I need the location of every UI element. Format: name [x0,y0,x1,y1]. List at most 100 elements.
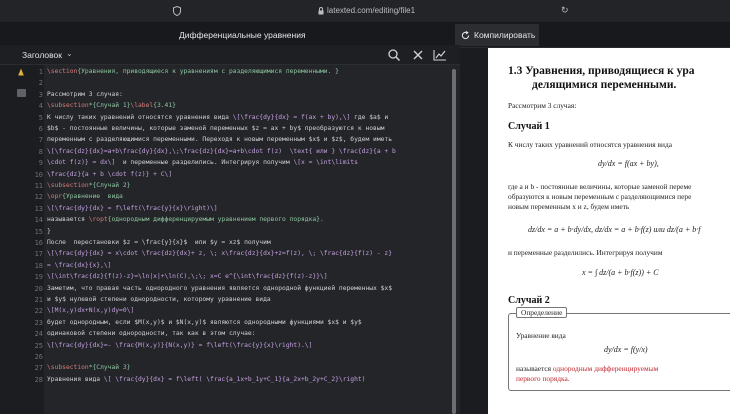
line-number: 4 [38,102,43,111]
code-token: \[\frac{dy}{dx} = x\cdot \frac{dz}{dx}+ … [47,250,392,258]
code-line[interactable]: \section{Уравнения, приводящиеся к уравн… [47,68,339,75]
code-token: \ropt [88,216,108,224]
outline-dropdown[interactable]: Заголовок [22,50,62,60]
code-token: где $a$ и [350,113,389,121]
shield-icon [173,6,181,16]
code-line[interactable]: \[\frac{dy}{dx} = x\cdot \frac{dz}{dx}+ … [47,250,392,257]
code-token: \[\frac{dz}{dx}=a+b\frac{dy}{dx},\;\frac… [47,147,396,155]
warning-icon[interactable] [18,68,24,76]
code-line[interactable]: и $y$ нулевой степени однородности, кото… [47,296,271,303]
code-line[interactable]: К числу таких уравнений относятся уравне… [47,114,388,121]
definition-term-cont: первого порядка. [516,374,570,383]
close-icon[interactable] [410,47,426,63]
code-token: \[\frac{dy}{dx}=- \frac{M(x,y)}{N(x,y)} … [47,341,313,349]
chevron-down-icon[interactable]: ⌄ [66,49,73,58]
line-number: 25 [34,341,43,350]
code-token: \frac{dz}{a + b \cdot f(z)} + C\] [47,170,173,178]
line-number: 19 [34,273,43,282]
line-number: 11 [34,182,43,190]
search-icon[interactable] [386,47,402,63]
line-number: 9 [38,159,43,168]
section-heading: 1.3 Уравнения, приводящиеся к ура [508,65,695,77]
editor-header: Заголовок ⌄ [0,45,460,65]
line-number: 2 [38,79,43,88]
line-number: 1 [38,68,43,76]
line-number: 17 [34,250,43,259]
code-token: \cdot f(z)} = dx\] [47,159,116,167]
code-token: Заметим, что правая часть однородного ур… [47,284,392,292]
section-heading-cont: делящимися переменными. [532,79,677,91]
code-line[interactable]: \[\frac{dy}{dx}=- \frac{M(x,y)}{N(x,y)} … [47,342,312,349]
code-token: одинаковой степени однородности, так как… [47,330,256,338]
address[interactable]: latexted.com/editing/file1 [318,6,415,15]
reload-icon[interactable]: ↻ [561,5,569,16]
equation-1: dy/dx = f(ax + by), [598,159,659,168]
line-number: 15 [34,227,43,236]
line-number: 5 [38,113,43,122]
code-token: \[ \frac{dy}{dx} = f\left( \frac{a_1x+b_… [103,375,366,383]
code-line[interactable]: \subsection*{Случай 3} [47,364,130,371]
code-token: и переменные разделились. Интегрируя пол… [115,159,294,167]
chart-icon[interactable] [432,47,448,63]
code-line[interactable]: переменным с разделяющимися переменными.… [47,136,392,143]
line-number: 18 [34,261,43,270]
case2-heading: Случай 2 [508,295,550,306]
code-token: \subsection [47,182,89,189]
code-token: {3.41} [153,102,176,110]
code-line[interactable]: \frac{dz}{a + b \cdot f(z)} + C\] [47,171,172,178]
scrollbar-thumb[interactable] [452,69,456,414]
code-token: \subsection [47,102,89,110]
code-token: называется [47,216,89,224]
line-number: 20 [34,284,43,293]
equation-3: x = ∫ dz/(a + b·f(z)) + C [582,268,659,277]
code-token: После перестановки $z = \frac{y}{x}$ или… [47,239,271,246]
code-line[interactable]: \[\frac{dz}{dx}=a+b\frac{dy}{dx},\;\frac… [47,148,396,155]
compile-button[interactable]: Компилировать [455,24,539,46]
code-token: *{Случай 3} [88,364,131,372]
code-token: Рассмотрим 3 случая: [47,90,123,98]
fold-marker[interactable] [17,89,26,97]
code-token: {Уравнение вида [62,193,123,201]
line-number: 23 [34,318,43,327]
document-title: Дифференциальные уравнения [179,30,306,40]
code-line[interactable]: одинаковой степени однородности, так как… [47,330,256,337]
browser-url-bar[interactable]: latexted.com/editing/file1 ↻ [0,0,730,22]
code-editor[interactable]: 1 \section{Уравнения, приводящиеся к урав… [0,65,460,414]
code-token: = \frac{dx}{x},\] [47,261,112,269]
code-line[interactable]: будет однородным, если $M(x,y)$ и $N(x,y… [47,319,362,326]
recompile-icon [461,30,470,39]
code-line[interactable]: \[M(x,y)dx+N(x,y)dy=0\] [47,307,134,314]
code-token: \opr [47,193,63,201]
code-line[interactable]: $b$ - постоянные величины, которые замен… [47,125,384,132]
line-number: 10 [34,170,43,179]
code-line[interactable]: } [47,228,51,235]
line-number: 16 [34,239,43,247]
definition-term: однородным дифференцируемым [552,364,659,373]
code-line[interactable]: = \frac{dx}{x},\] [47,262,111,269]
code-token: \[x = \int\limits [293,159,358,167]
code-line[interactable]: \subsection*{Случай 2} [47,182,130,189]
line-number: 14 [34,216,43,225]
code-token: переменным с разделяющимися переменными.… [47,136,392,144]
code-token: \[\frac{dy}{dx} = f(ax + by),\] [232,113,351,121]
code-line[interactable]: Рассмотрим 3 случая: [47,91,123,98]
code-line[interactable]: \[\int\frac{dz}{f(z)-z}=\ln|x|+\ln(C),\;… [47,273,328,280]
code-line[interactable]: \cdot f(z)} = dx\] и переменные разделил… [47,159,358,166]
line-number: 24 [34,330,43,339]
separation-text: и переменные разделились. Интегрируя пол… [508,248,663,257]
code-line[interactable]: \opr{Уравнение вида [47,193,123,200]
code-line[interactable]: \[\frac{dy}{dx} = f\left(\frac{y}{x}\rig… [47,205,218,212]
pdf-preview: 1.3 Уравнения, приводящиеся к ура делящи… [488,48,730,414]
code-line[interactable]: называется \ropt{однородным дифференциру… [47,216,324,223]
code-token: {Уравнения, приводящиеся к уравнениям с … [77,68,339,75]
code-line[interactable]: После перестановки $z = \frac{y}{x}$ или… [47,239,271,246]
code-line[interactable]: Заметим, что правая часть однородного ур… [47,285,392,292]
code-line[interactable]: Уравнения вида \[ \frac{dy}{dx} = f\left… [47,376,365,383]
code-token: \[M(x,y)dx+N(x,y)dy=0\] [47,307,135,315]
lock-icon [318,6,324,14]
code-line[interactable]: \subsection*{Случай 1}\label{3.41} [47,102,176,109]
code-token: и $y$ нулевой степени однородности, кото… [47,296,271,303]
editor-scrollbar[interactable] [451,65,457,414]
para1-line-3: новым переменным x и z, будем иметь [508,202,630,211]
line-number: 12 [34,193,43,202]
